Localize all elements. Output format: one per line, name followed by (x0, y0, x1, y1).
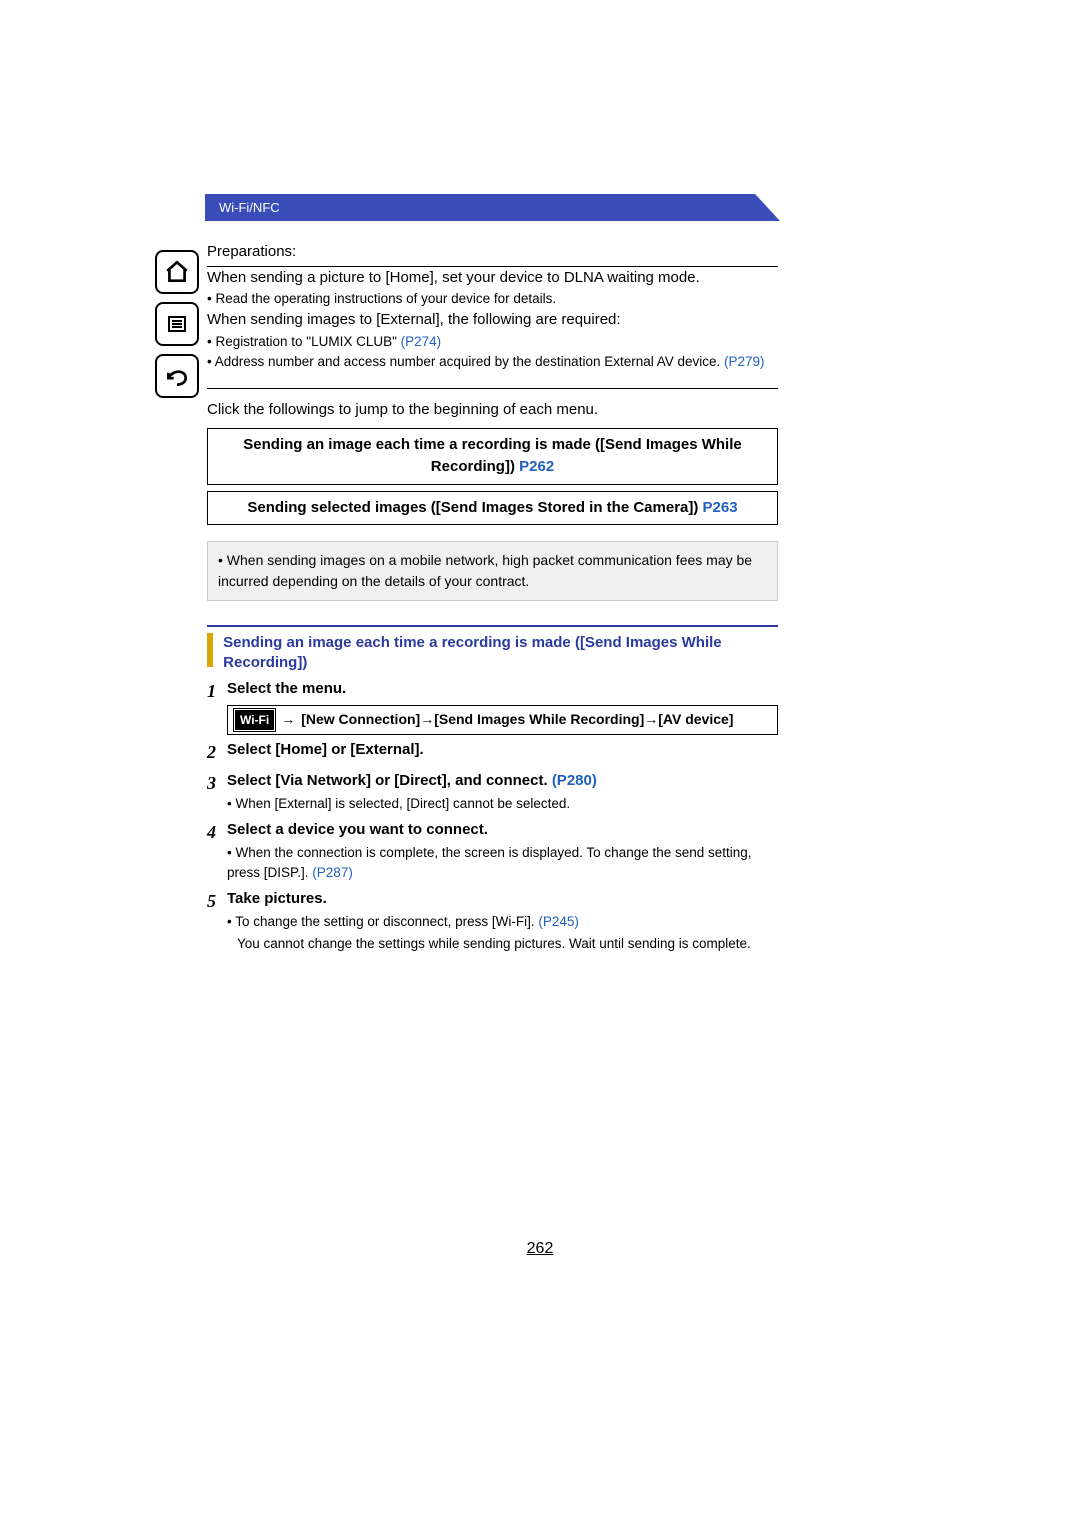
step-5: 5 Take pictures. • To change the setting… (207, 888, 778, 955)
link-p263[interactable]: P263 (703, 499, 738, 516)
jump-box-1[interactable]: Sending an image each time a recording i… (207, 428, 778, 485)
sidebar-nav (155, 250, 199, 398)
prep-bullet1: • Read the operating instructions of you… (207, 289, 778, 309)
section-heading-bar: Sending an image each time a recording i… (207, 625, 778, 672)
arrow-icon: → (281, 709, 295, 730)
home-icon[interactable] (155, 250, 199, 294)
wifi-path-box: Wi-Fi → [New Connection]→[Send Images Wh… (227, 705, 778, 735)
link-p262[interactable]: P262 (519, 458, 554, 475)
link-p245[interactable]: (P245) (538, 914, 579, 929)
prep-line1: When sending a picture to [Home], set yo… (207, 267, 778, 290)
manual-page: Wi-Fi/NFC Preparations: When sending a p… (0, 0, 1080, 1526)
step4-sub: • When the connection is complete, the s… (227, 843, 778, 884)
jump-box-2[interactable]: Sending selected images ([Send Images St… (207, 491, 778, 526)
step5-sub1: • To change the setting or disconnect, p… (227, 912, 778, 932)
wifi-chip: Wi-Fi (234, 709, 275, 731)
step-2: 2 Select [Home] or [External]. (207, 739, 778, 766)
preparations-title: Preparations: (207, 241, 778, 267)
page-number: 262 (0, 1240, 1080, 1258)
prep-bullet2a: • Registration to "LUMIX CLUB" (P274) (207, 332, 778, 352)
prep-bullet2b: • Address number and access number acqui… (207, 352, 778, 372)
link-p280[interactable]: (P280) (552, 772, 597, 789)
page-content: Wi-Fi/NFC Preparations: When sending a p… (205, 194, 780, 955)
prep-line2: When sending images to [External], the f… (207, 309, 778, 332)
section-header: Wi-Fi/NFC (205, 194, 780, 221)
note-box: • When sending images on a mobile networ… (207, 541, 778, 601)
link-p274[interactable]: (P274) (401, 334, 442, 349)
link-p287[interactable]: (P287) (312, 865, 353, 880)
step3-title: Select [Via Network] or [Direct], and co… (227, 770, 778, 793)
steps-list: 1 Select the menu. Wi-Fi → [New Connecti… (207, 678, 778, 954)
jump-text: Click the followings to jump to the begi… (207, 399, 778, 422)
gold-accent-bar (207, 633, 213, 667)
step-1: 1 Select the menu. Wi-Fi → [New Connecti… (207, 678, 778, 735)
step-3: 3 Select [Via Network] or [Direct], and … (207, 770, 778, 815)
back-icon[interactable] (155, 354, 199, 398)
menu-icon[interactable] (155, 302, 199, 346)
step-4: 4 Select a device you want to connect. •… (207, 819, 778, 884)
header-title: Wi-Fi/NFC (219, 200, 280, 215)
link-p279[interactable]: (P279) (724, 354, 765, 369)
section-heading: Sending an image each time a recording i… (223, 633, 763, 672)
